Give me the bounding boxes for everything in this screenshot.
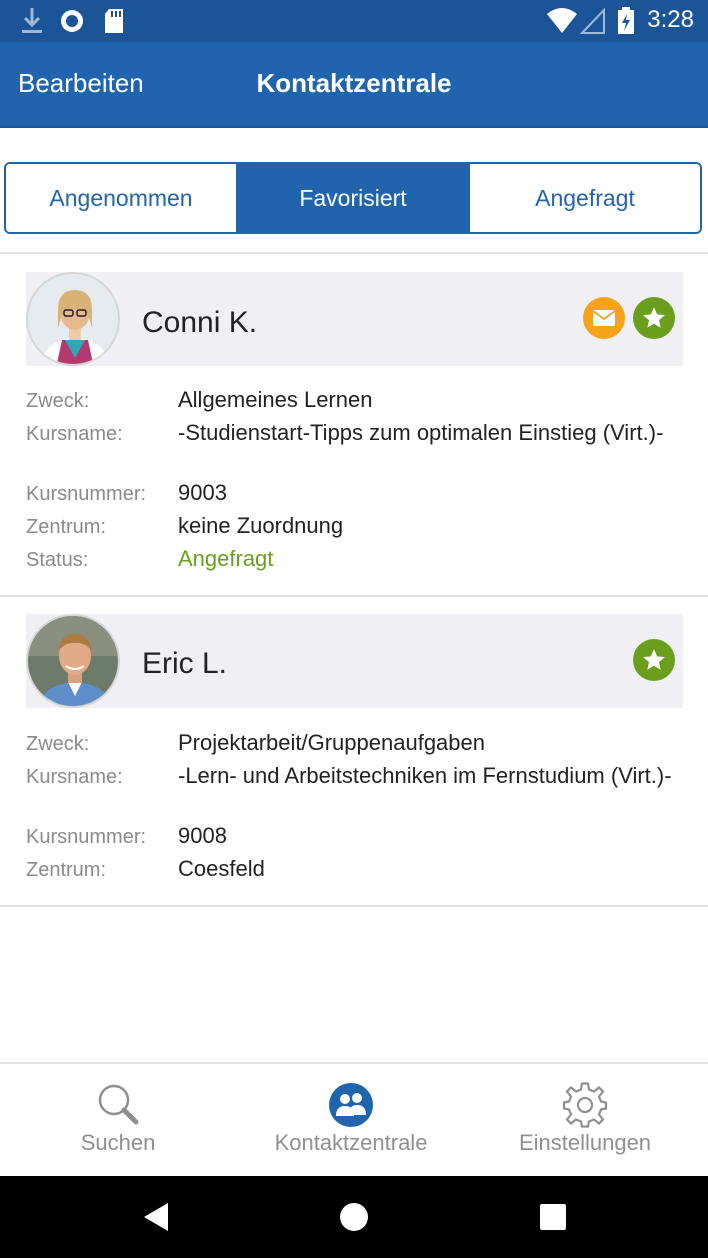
tab-favorisiert[interactable]: Favorisiert: [236, 164, 468, 232]
battery-icon: [616, 6, 636, 41]
contact-header: [26, 614, 683, 708]
field-value: keine Zuordnung: [178, 513, 344, 538]
contacts-icon: [328, 1082, 374, 1127]
nav-label: Suchen: [80, 1130, 156, 1155]
field-label: Kursnummer:: [26, 483, 147, 505]
field-label: Kursnummer:: [26, 826, 147, 848]
nav-label: Einstellungen: [518, 1130, 652, 1155]
field-value: -Studienstart-Tipps zum optimalen Einsti…: [178, 420, 664, 445]
gear-icon: [562, 1082, 608, 1128]
nav-label: Kontaktzentrale: [274, 1130, 428, 1155]
download-icon: [20, 6, 44, 41]
recents-icon[interactable]: [533, 1197, 573, 1237]
field-value: 9003: [178, 480, 227, 505]
field-value: Coesfeld: [178, 856, 265, 881]
nav-item-kontaktzentrale[interactable]: Kontaktzentrale: [256, 1064, 446, 1176]
contact-card[interactable]: Eric L. Zweck: Projektarbeit/Gruppenaufg…: [0, 597, 708, 907]
avatar: [26, 272, 120, 366]
field-label: Status:: [26, 549, 89, 571]
field-label: Kursname:: [26, 423, 123, 445]
search-icon: [96, 1082, 140, 1126]
avatar: [26, 614, 120, 708]
sync-icon: [58, 6, 86, 41]
field-value: 9008: [178, 823, 227, 848]
tab-angefragt[interactable]: Angefragt: [468, 164, 700, 232]
field-label: Zentrum:: [26, 859, 107, 881]
field-label: Kursname:: [26, 766, 123, 788]
wifi-icon: [546, 6, 578, 41]
status-time: 3:28: [647, 6, 694, 33]
field-value: Projektarbeit/Gruppenaufgaben: [178, 730, 485, 755]
field-label: Zweck:: [26, 390, 90, 412]
nav-item-suchen[interactable]: Suchen: [40, 1064, 196, 1176]
tab-angenommen[interactable]: Angenommen: [6, 164, 236, 232]
contact-card[interactable]: Conni K. Zweck: Allgemeines Lernen Kursn…: [0, 254, 708, 597]
app-header: Bearbeiten Kontaktzentrale: [0, 42, 708, 128]
star-icon[interactable]: [633, 297, 675, 339]
system-nav-bar: [0, 1176, 708, 1258]
bottom-nav: Suchen Kontaktzentrale Einstellungen: [0, 1062, 708, 1176]
field-value: -Lern- und Arbeitstechniken im Fernstudi…: [178, 763, 672, 788]
back-icon[interactable]: [138, 1197, 178, 1237]
field-label: Zentrum:: [26, 516, 107, 538]
field-label: Zweck:: [26, 733, 90, 755]
field-value: Allgemeines Lernen: [178, 387, 373, 412]
star-icon[interactable]: [633, 639, 675, 681]
home-icon[interactable]: [334, 1197, 374, 1237]
mail-icon[interactable]: [583, 297, 625, 339]
contact-name: Eric L.: [142, 647, 228, 680]
contact-name: Conni K.: [142, 306, 258, 339]
nav-item-einstellungen[interactable]: Einstellungen: [506, 1064, 664, 1176]
segmented-tabs: Angenommen Favorisiert Angefragt: [4, 162, 702, 234]
status-bar: 3:28: [0, 0, 708, 42]
sd-card-icon: [102, 6, 126, 41]
cell-signal-icon: [579, 6, 606, 41]
edit-button[interactable]: Bearbeiten: [18, 68, 144, 99]
status-badge: Angefragt: [178, 546, 274, 571]
